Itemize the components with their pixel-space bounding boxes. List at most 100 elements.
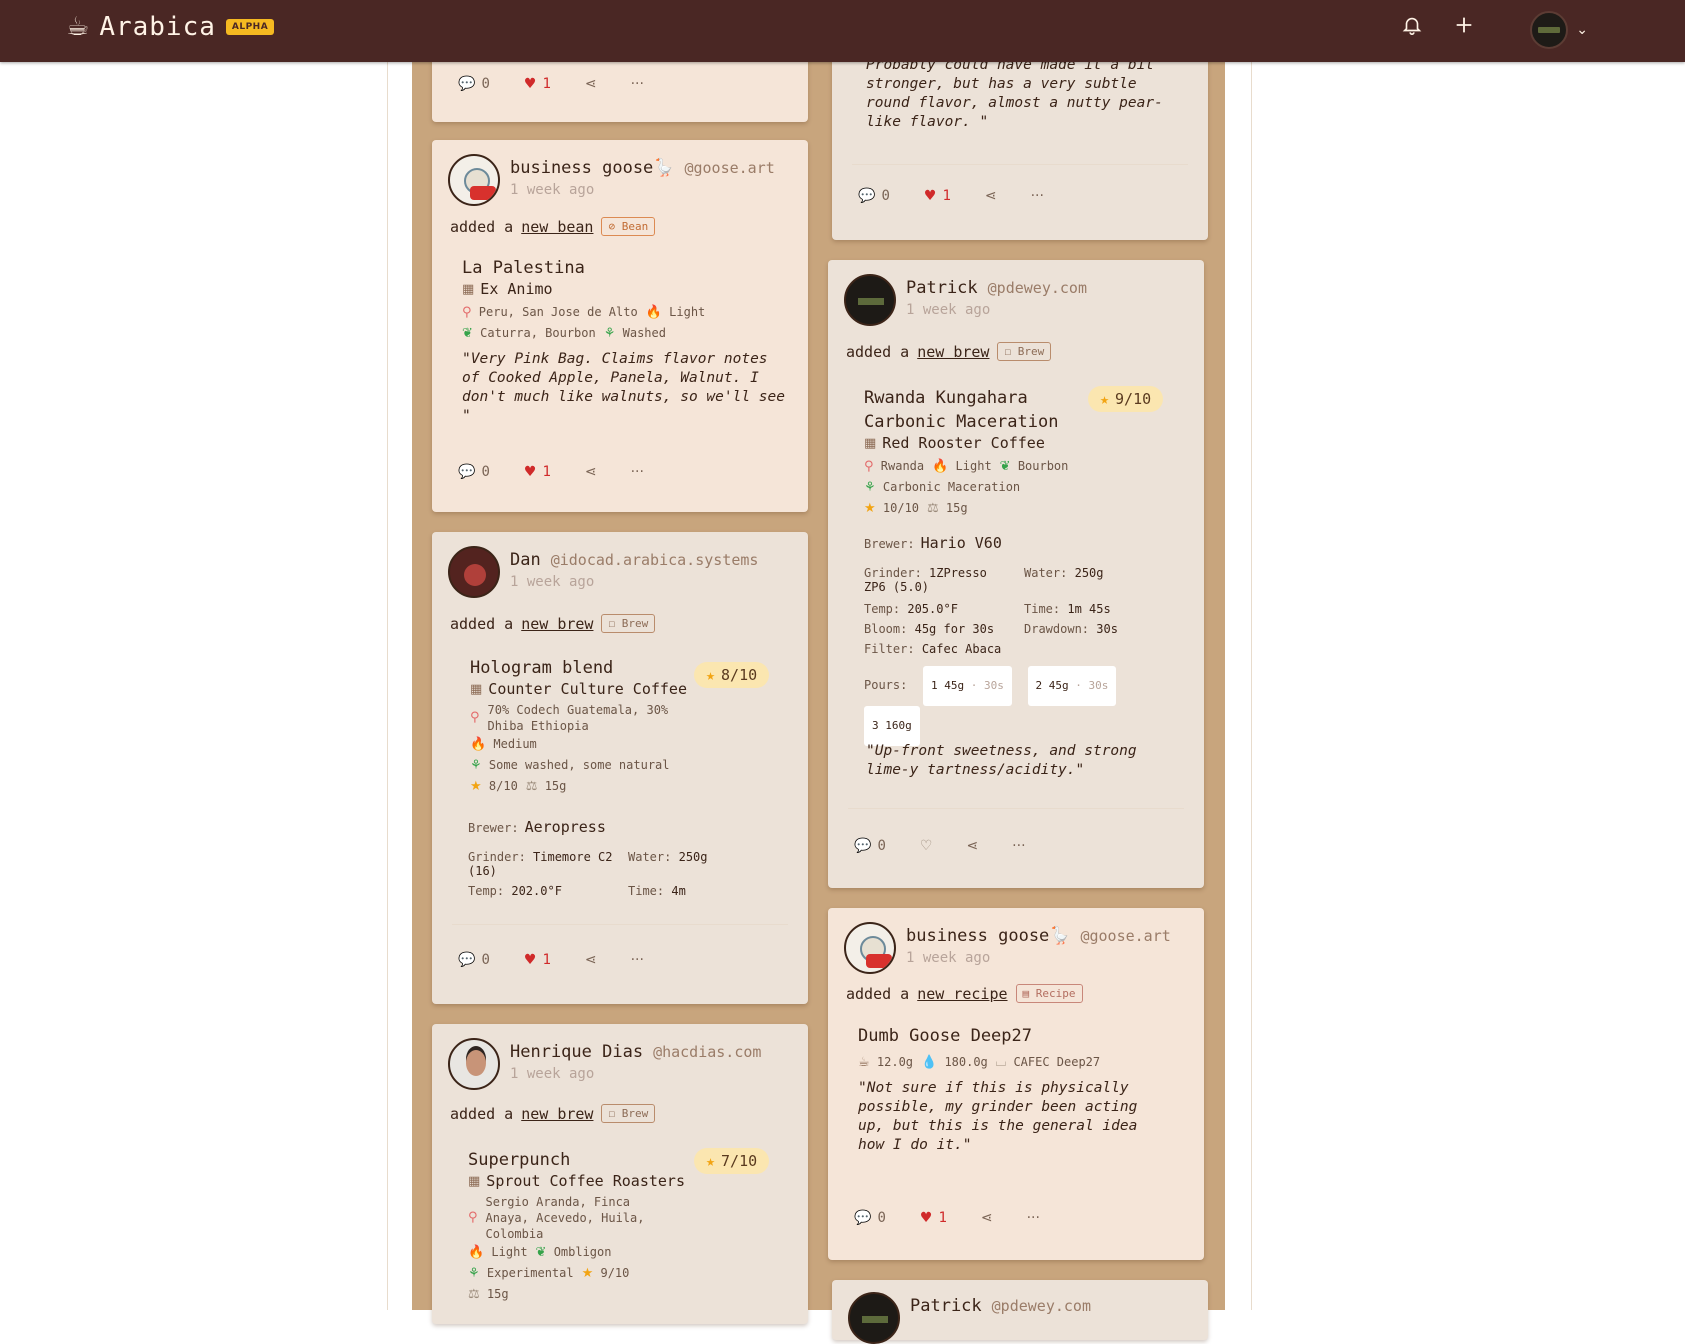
- share-button[interactable]: ⋖: [981, 1210, 993, 1226]
- card-actions: 💬 0 ♥ 1 ⋖ ···: [458, 464, 644, 480]
- feed-card: Patrick @pdewey.com 1 week ago added a n…: [828, 260, 1204, 888]
- user-handle[interactable]: @idocad.arabica.systems: [551, 551, 759, 569]
- brand-logo-link[interactable]: ☕ Arabica ALPHA: [66, 12, 275, 42]
- sprout-icon: ⚘: [864, 480, 876, 495]
- leaf-icon: ❦: [462, 326, 473, 341]
- recipe-tag: ▤ Recipe: [1015, 984, 1083, 1003]
- store-icon: ▦: [470, 681, 483, 697]
- scale-icon: ⚖: [468, 1287, 480, 1302]
- flame-icon: 🔥: [468, 1245, 485, 1260]
- share-button[interactable]: ⋖: [585, 76, 597, 92]
- user-handle[interactable]: @goose.art: [1080, 927, 1170, 945]
- like-button[interactable]: ♥ 1: [524, 952, 551, 968]
- new-brew-link[interactable]: new brew: [917, 343, 989, 361]
- heart-icon: ♥: [923, 188, 937, 204]
- new-brew-link[interactable]: new brew: [521, 1105, 593, 1123]
- more-button[interactable]: ···: [1027, 1210, 1040, 1226]
- user-name[interactable]: Henrique Dias: [510, 1042, 643, 1062]
- share-button[interactable]: ⋖: [585, 464, 597, 480]
- comment-button[interactable]: 💬 0: [458, 76, 490, 92]
- temp-value: Temp: 205.0°F: [864, 602, 958, 616]
- comment-icon: 💬: [858, 188, 876, 204]
- comment-icon: 💬: [854, 838, 872, 854]
- share-icon: ⋖: [966, 838, 979, 854]
- brew-title[interactable]: Rwanda Kungahara Carbonic Maceration: [864, 386, 1174, 434]
- share-icon: ⋖: [984, 188, 997, 204]
- user-handle[interactable]: @hacdias.com: [653, 1043, 761, 1061]
- comment-button[interactable]: 💬 0: [854, 1210, 886, 1226]
- comment-icon: 💬: [458, 952, 476, 968]
- recipe-title[interactable]: Dumb Goose Deep27: [858, 1024, 1168, 1048]
- post-action-line: added a new brew ☐ Brew: [450, 1104, 656, 1123]
- more-button[interactable]: ···: [1012, 838, 1025, 854]
- post-action-line: added a new brew ☐ Brew: [450, 614, 656, 633]
- user-menu-button[interactable]: ⌄: [1530, 11, 1588, 49]
- heart-icon: ♥: [523, 464, 537, 480]
- more-button[interactable]: ···: [631, 76, 644, 92]
- share-button[interactable]: ⋖: [585, 952, 597, 968]
- user-name[interactable]: business goose🪿: [510, 158, 674, 178]
- alpha-badge: ALPHA: [225, 19, 275, 35]
- feed-card: business goose🪿 @goose.art 1 week ago ad…: [828, 908, 1204, 1260]
- bean-details: La Palestina ▦ Ex Animo ⚲ Peru, San Jose …: [462, 256, 792, 426]
- avatar[interactable]: [844, 274, 896, 326]
- post-header: Patrick @pdewey.com 1 week ago: [844, 274, 1087, 326]
- grinder-value: Grinder: 1ZPresso ZP6 (5.0): [864, 566, 987, 594]
- share-icon: ⋖: [584, 76, 597, 92]
- more-button[interactable]: ···: [1031, 188, 1044, 204]
- user-name[interactable]: Dan: [510, 550, 541, 570]
- document-icon: ▤: [1022, 987, 1036, 1000]
- leaf-icon: ❦: [999, 459, 1011, 474]
- share-button[interactable]: ⋖: [985, 188, 997, 204]
- comment-button[interactable]: 💬 0: [458, 952, 490, 968]
- more-button[interactable]: ···: [631, 464, 644, 480]
- location-pin-icon: ⚲: [468, 1210, 478, 1225]
- brew-title[interactable]: Hologram blend: [470, 656, 710, 680]
- avatar[interactable]: [448, 1038, 500, 1090]
- sprout-icon: ⚘: [468, 1266, 480, 1281]
- bean-title[interactable]: La Palestina: [462, 256, 792, 280]
- brew-title[interactable]: Superpunch: [468, 1148, 698, 1172]
- like-button[interactable]: ♥ 1: [524, 76, 551, 92]
- user-name[interactable]: Patrick: [906, 278, 978, 298]
- new-brew-link[interactable]: new brew: [521, 615, 593, 633]
- comment-button[interactable]: 💬 0: [858, 188, 890, 204]
- more-button[interactable]: ···: [631, 952, 644, 968]
- like-button[interactable]: ♥ 1: [920, 1210, 947, 1226]
- avatar[interactable]: [848, 1292, 900, 1344]
- new-recipe-link[interactable]: new recipe: [917, 985, 1007, 1003]
- comment-button[interactable]: 💬 0: [458, 464, 490, 480]
- post-time: 1 week ago: [906, 950, 991, 966]
- like-button[interactable]: ♥ 1: [924, 188, 951, 204]
- scale-icon: ⚖: [927, 501, 939, 516]
- like-button[interactable]: ♥ 1: [524, 464, 551, 480]
- like-button[interactable]: ♡: [920, 838, 933, 854]
- grinder-value: Grinder: Timemore C2 (16): [468, 850, 613, 878]
- user-handle[interactable]: @pdewey.com: [988, 279, 1087, 297]
- new-bean-link[interactable]: new bean: [521, 218, 593, 236]
- sprout-icon: ⚘: [603, 326, 616, 341]
- avatar[interactable]: [448, 154, 500, 206]
- user-name[interactable]: Patrick: [910, 1296, 982, 1316]
- roaster-line: ▦ Counter Culture Coffee: [470, 680, 687, 698]
- app-name: Arabica: [99, 12, 216, 42]
- store-icon: ▦: [462, 281, 475, 297]
- roaster-line: ▦ Sprout Coffee Roasters: [468, 1172, 685, 1190]
- comment-button[interactable]: 💬 0: [854, 838, 886, 854]
- cup-icon: ☕: [858, 1055, 870, 1070]
- user-handle[interactable]: @goose.art: [684, 159, 774, 177]
- avatar[interactable]: [844, 922, 896, 974]
- share-button[interactable]: ⋖: [966, 838, 978, 854]
- dripper-icon: ⌴: [995, 1055, 1007, 1070]
- process-line: ⚘ Experimental ★ 9/10: [468, 1266, 630, 1281]
- post-header: Henrique Dias @hacdias.com 1 week ago: [448, 1038, 761, 1090]
- coffee-cup-icon: ☕: [66, 12, 90, 42]
- more-icon: ···: [630, 464, 644, 480]
- avatar[interactable]: [448, 546, 500, 598]
- user-handle[interactable]: @pdewey.com: [992, 1297, 1091, 1315]
- card-actions: 💬 0 ♥ 1 ⋖ ···: [458, 952, 644, 968]
- bell-icon[interactable]: [1401, 14, 1423, 41]
- user-name[interactable]: business goose🪿: [906, 926, 1070, 946]
- brew-tag: ☐ Brew: [997, 342, 1052, 361]
- plus-icon[interactable]: [1453, 14, 1475, 41]
